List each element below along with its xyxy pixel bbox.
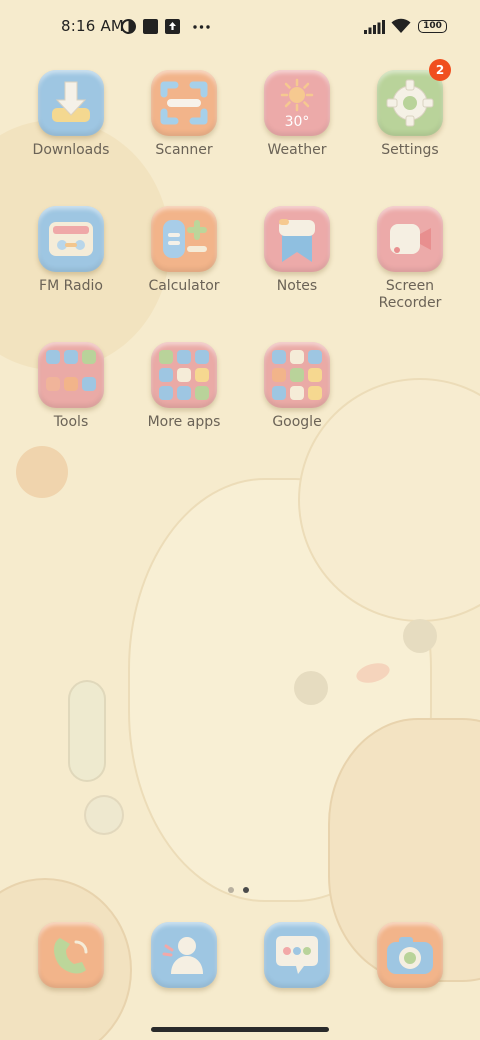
gear-icon <box>386 79 434 127</box>
mini-app-icon <box>290 368 304 382</box>
folder-label: Google <box>272 414 322 430</box>
camera-icon <box>387 937 433 974</box>
mini-app-icon <box>82 350 96 364</box>
scanner-icon <box>160 81 208 125</box>
folder-label: More apps <box>147 414 221 430</box>
page-dot[interactable] <box>228 887 234 893</box>
app-calculator[interactable]: Calculator <box>128 206 240 295</box>
mini-app-icon <box>308 350 322 364</box>
mini-app-icon <box>159 350 173 364</box>
mini-app-icon <box>195 350 209 364</box>
app-label: Downloads <box>32 142 110 158</box>
wifi-icon <box>391 18 411 33</box>
app-downloads[interactable]: Downloads <box>15 70 127 159</box>
video-camera-icon <box>390 224 431 254</box>
mini-app-icon <box>177 368 191 382</box>
folder-preview <box>46 350 96 400</box>
app-label: Settings <box>381 142 439 158</box>
mini-app-icon <box>46 350 60 364</box>
folder-preview <box>272 350 322 400</box>
app-label: Calculator <box>148 278 220 294</box>
app-fm-radio[interactable]: FM Radio <box>15 206 127 295</box>
app-label: Scanner <box>155 142 213 158</box>
app-label: FM Radio <box>39 278 103 294</box>
mini-app-icon <box>290 350 304 364</box>
clock: 8:16 AM <box>61 17 125 35</box>
app-scanner[interactable]: Scanner <box>128 70 240 159</box>
folder-more-apps[interactable]: More apps <box>128 342 240 431</box>
folder-google[interactable]: Google <box>241 342 353 431</box>
phone-icon <box>54 938 88 974</box>
mini-app-icon <box>272 368 286 382</box>
mini-app-icon <box>177 350 191 364</box>
data-saver-icon <box>121 19 136 34</box>
app-label: Screen Recorder <box>354 278 466 312</box>
calculator-icon <box>163 220 207 258</box>
more-dots-icon <box>193 25 210 29</box>
dock-camera[interactable] <box>354 922 466 988</box>
battery-icon: 100 <box>418 20 447 33</box>
app-settings[interactable]: 2 Settings <box>354 59 466 159</box>
dock-messages[interactable] <box>241 922 353 988</box>
folder-tools[interactable]: Tools <box>15 342 127 431</box>
mini-app-icon <box>64 350 78 364</box>
mini-app-icon <box>177 386 191 400</box>
app-label: Weather <box>267 142 327 158</box>
mini-app-icon <box>272 350 286 364</box>
mini-app-icon <box>195 386 209 400</box>
weather-temp: 30° <box>284 114 310 130</box>
app-weather[interactable]: 30° Weather <box>241 70 353 159</box>
folder-preview <box>159 350 209 400</box>
app-label-line: Recorder <box>378 295 442 311</box>
status-bar: 8:16 AM 100 <box>0 0 480 56</box>
upload-icon <box>165 19 180 34</box>
signal-icon <box>364 20 385 34</box>
notes-icon <box>279 219 315 262</box>
mini-app-icon <box>290 386 304 400</box>
radio-icon <box>49 222 93 256</box>
mini-app-icon <box>308 368 322 382</box>
mini-app-icon <box>308 386 322 400</box>
battery-level: 100 <box>423 21 442 31</box>
mini-app-icon <box>64 377 78 391</box>
folder-label: Tools <box>53 414 89 430</box>
home-gesture-bar[interactable] <box>151 1027 329 1032</box>
page-indicator[interactable] <box>228 878 258 897</box>
dock-phone[interactable] <box>15 922 127 988</box>
app-screen-recorder[interactable]: Screen Recorder <box>354 206 466 312</box>
square-notification-icon <box>143 19 158 34</box>
app-label: Notes <box>276 278 318 294</box>
mini-app-icon <box>195 368 209 382</box>
dock-contacts[interactable] <box>128 922 240 988</box>
app-label-line: Screen <box>385 278 435 294</box>
mini-app-icon <box>159 368 173 382</box>
mini-app-icon <box>272 386 286 400</box>
download-icon <box>52 81 90 122</box>
mini-app-icon <box>82 377 96 391</box>
mini-app-icon <box>46 377 60 391</box>
app-notes[interactable]: Notes <box>241 206 353 295</box>
notification-badge: 2 <box>429 59 451 81</box>
page-dot-active[interactable] <box>243 887 249 893</box>
mini-app-icon <box>159 386 173 400</box>
messages-icon <box>276 936 318 974</box>
contacts-icon <box>162 937 203 974</box>
